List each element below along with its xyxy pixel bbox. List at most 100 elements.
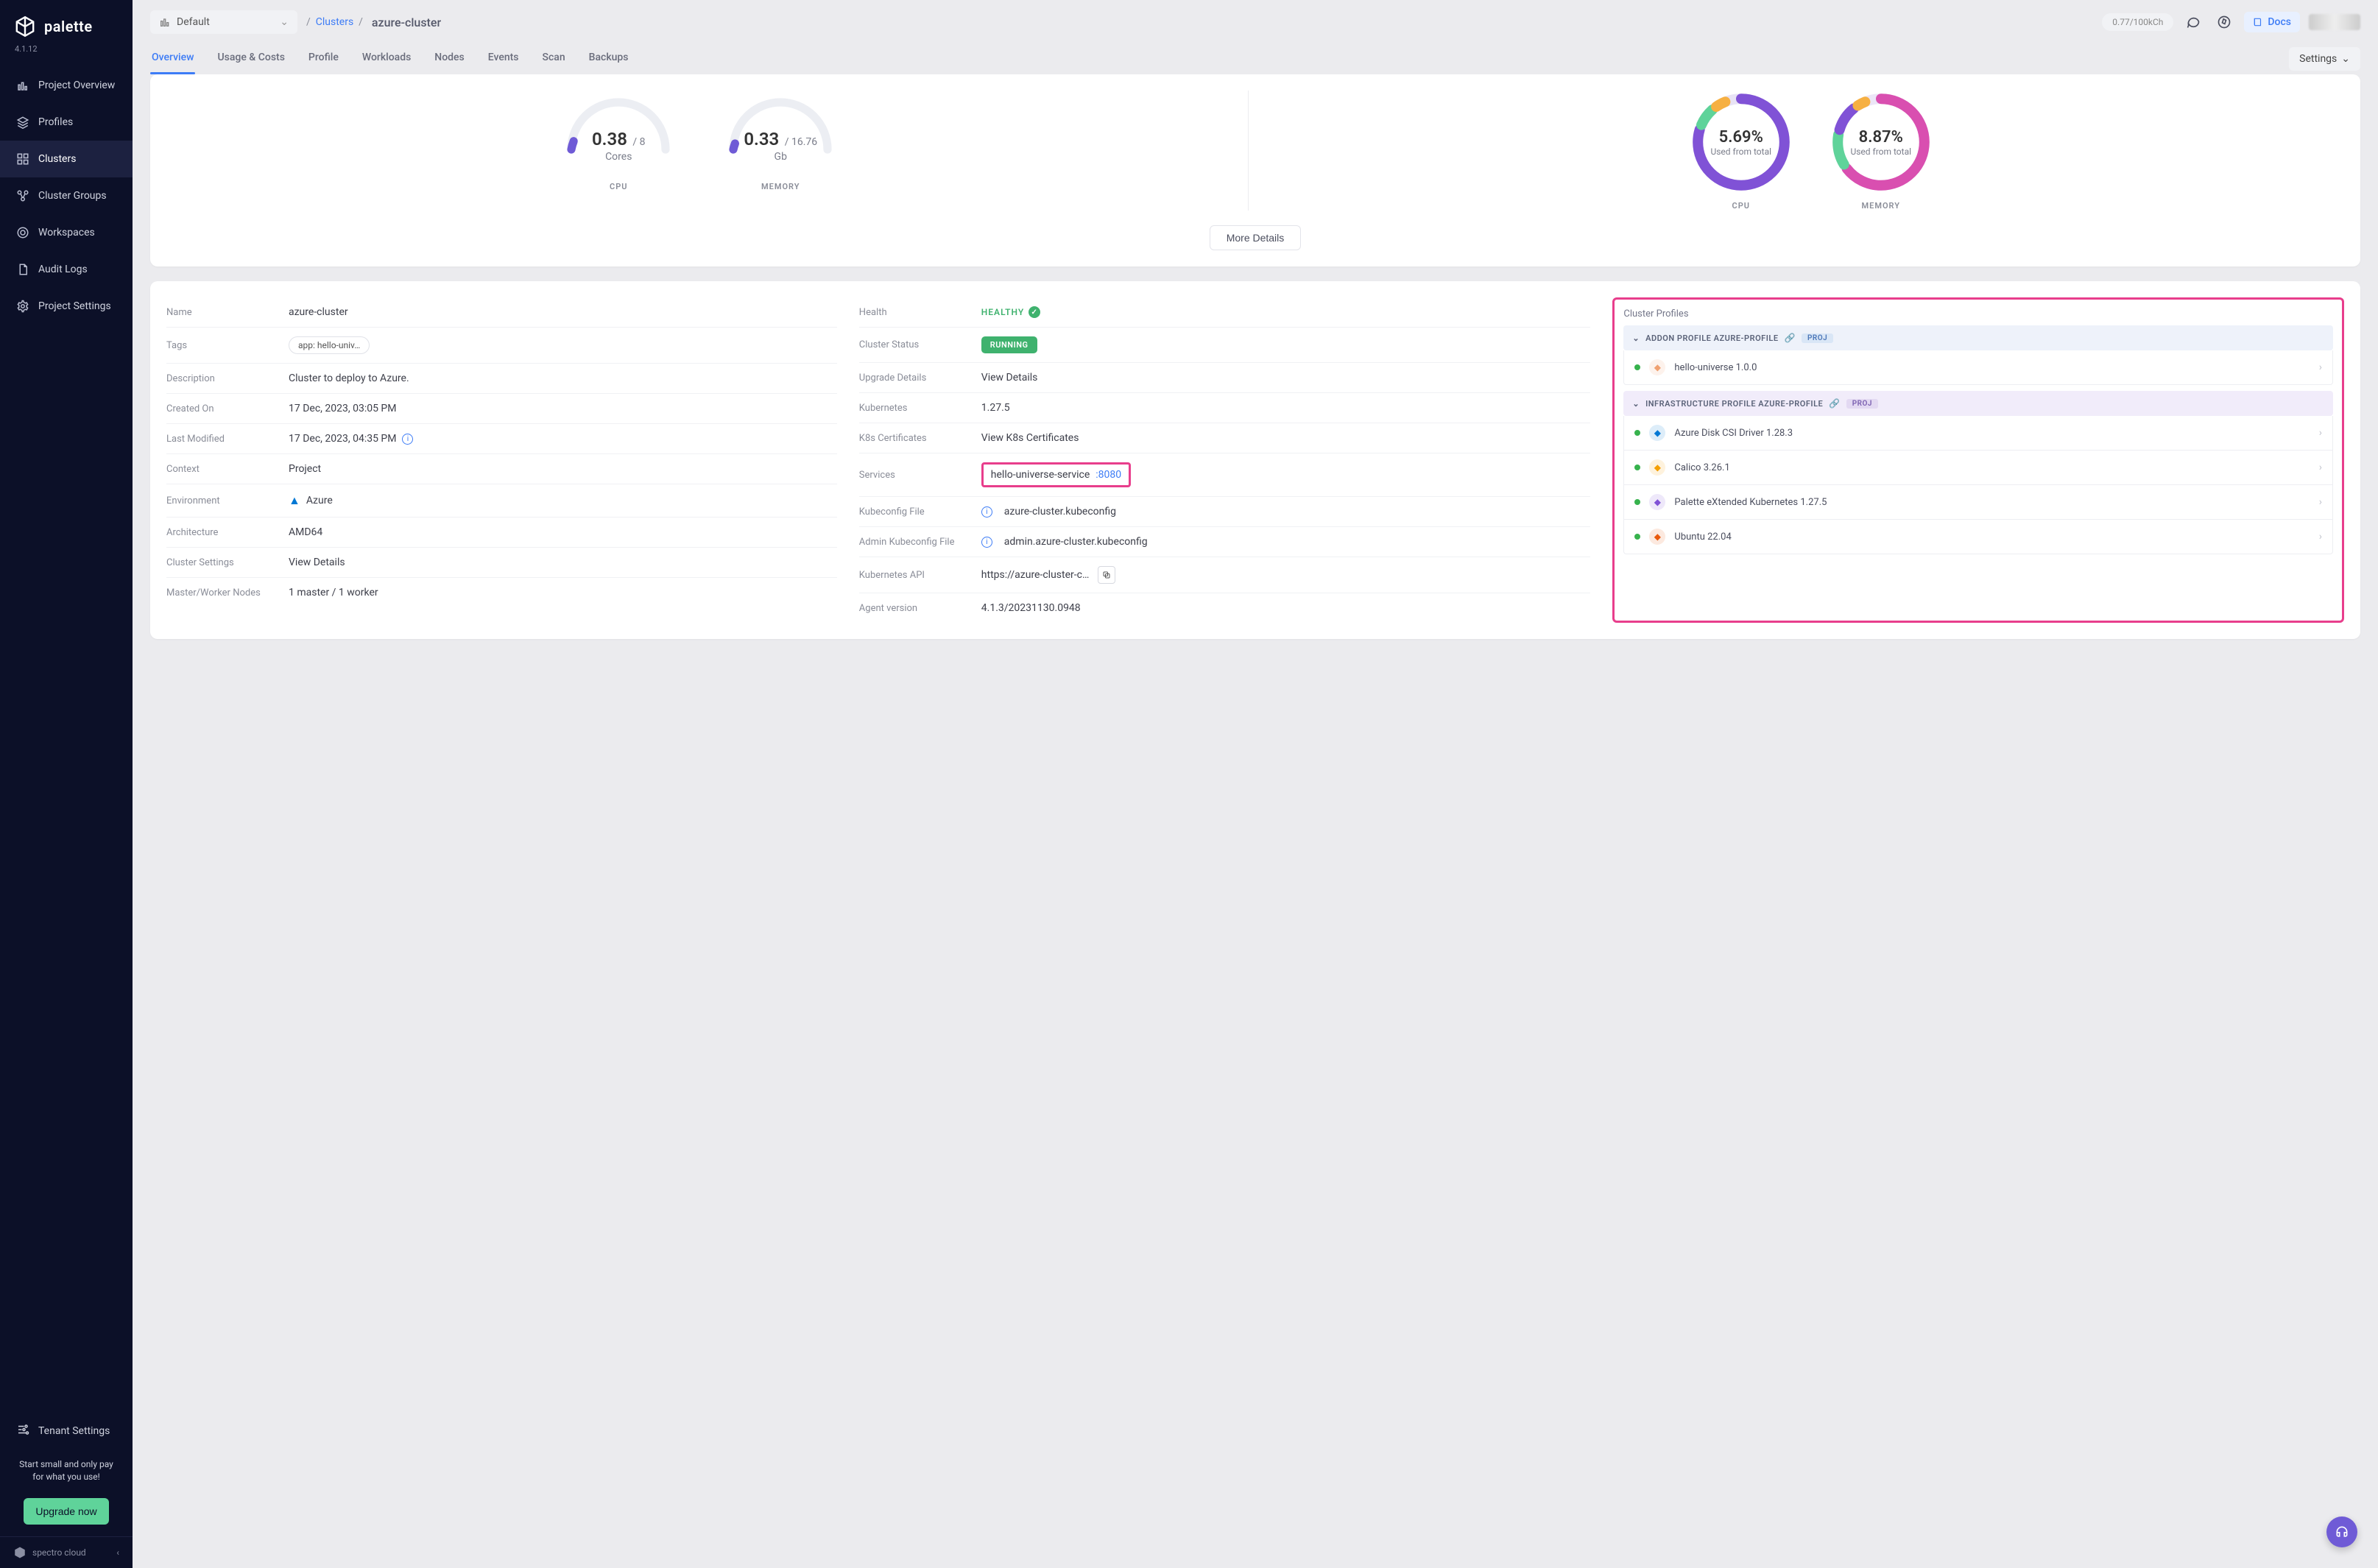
addon-profile-header[interactable]: ⌄ ADDON PROFILE AZURE-PROFILE 🔗 PROJ bbox=[1623, 325, 2333, 350]
pack-item[interactable]: ◆Palette eXtended Kubernetes 1.27.5› bbox=[1624, 484, 2332, 519]
chevron-right-icon: › bbox=[2319, 427, 2322, 439]
certs-link[interactable]: View K8s Certificates bbox=[981, 432, 1591, 444]
sidebar-item-label: Project Settings bbox=[38, 300, 111, 312]
tenant-settings[interactable]: Tenant Settings bbox=[0, 1411, 133, 1451]
cluster-name-value: azure-cluster bbox=[289, 306, 837, 318]
tab-usage-costs[interactable]: Usage & Costs bbox=[216, 44, 286, 74]
chevron-right-icon: › bbox=[2319, 361, 2322, 373]
book-icon bbox=[2253, 17, 2263, 27]
pack-item[interactable]: ◆Ubuntu 22.04› bbox=[1624, 519, 2332, 554]
tab-overview[interactable]: Overview bbox=[150, 44, 195, 74]
admin-kubeconfig-link[interactable]: admin.azure-cluster.kubeconfig bbox=[1004, 536, 1591, 548]
tab-events[interactable]: Events bbox=[487, 44, 521, 74]
headset-icon bbox=[2335, 1525, 2349, 1539]
sidebar-item-label: Clusters bbox=[38, 153, 76, 165]
scope-selector[interactable]: Default ⌄ bbox=[150, 10, 297, 34]
breadcrumb: / Clusters / bbox=[306, 16, 363, 28]
spectro-label: spectro cloud bbox=[32, 1547, 86, 1558]
pack-icon: ◆ bbox=[1649, 425, 1665, 441]
sidebar-item-audit-logs[interactable]: Audit Logs bbox=[0, 251, 133, 288]
infra-profile-header[interactable]: ⌄ INFRASTRUCTURE PROFILE AZURE-PROFILE 🔗… bbox=[1623, 391, 2333, 416]
user-menu[interactable] bbox=[2309, 14, 2360, 30]
kubernetes-value: 1.27.5 bbox=[981, 402, 1591, 414]
chevron-down-icon: ⌄ bbox=[2341, 53, 2350, 65]
settings-label: Settings bbox=[2299, 53, 2337, 65]
health-badge: HEALTHY✓ bbox=[981, 306, 1040, 318]
sidebar-item-cluster-groups[interactable]: Cluster Groups bbox=[0, 177, 133, 214]
docs-label: Docs bbox=[2268, 16, 2291, 28]
brand-logo[interactable]: palette bbox=[0, 12, 133, 41]
azure-icon: ▲ bbox=[289, 493, 300, 508]
breadcrumb-clusters[interactable]: Clusters bbox=[316, 16, 353, 28]
tab-workloads[interactable]: Workloads bbox=[361, 44, 412, 74]
cluster-tabs: Overview Usage & Costs Profile Workloads Nod… bbox=[133, 38, 2378, 74]
tab-scan[interactable]: Scan bbox=[541, 44, 567, 74]
status-dot-icon bbox=[1634, 430, 1640, 436]
pack-name: Palette eXtended Kubernetes 1.27.5 bbox=[1674, 497, 1827, 508]
cpu-used-label: Used from total bbox=[1710, 146, 1771, 157]
details-middle-column: HealthHEALTHY✓ Cluster StatusRUNNING Upg… bbox=[859, 297, 1591, 623]
info-icon[interactable]: i bbox=[402, 434, 413, 445]
environment-value: Azure bbox=[306, 495, 333, 506]
tab-profile[interactable]: Profile bbox=[307, 44, 340, 74]
service-port-link[interactable]: :8080 bbox=[1095, 469, 1121, 481]
settings-dropdown[interactable]: Settings ⌄ bbox=[2289, 47, 2360, 71]
link-icon: 🔗 bbox=[1829, 398, 1840, 409]
sidebar-nav: Project Overview Profiles Clusters Cluster … bbox=[0, 67, 133, 325]
sidebar-item-clusters[interactable]: Clusters bbox=[0, 141, 133, 177]
chevron-down-icon: ⌄ bbox=[280, 16, 289, 28]
sidebar-item-project-overview[interactable]: Project Overview bbox=[0, 67, 133, 104]
spectro-icon bbox=[13, 1546, 27, 1559]
status-dot-icon bbox=[1634, 364, 1640, 370]
header: Default ⌄ / Clusters / azure-cluster 0.7… bbox=[133, 0, 2378, 38]
pack-item[interactable]: ◆hello-universe 1.0.0› bbox=[1624, 350, 2332, 384]
nodes-value: 1 master / 1 worker bbox=[289, 587, 837, 598]
details-card: Nameazure-cluster Tagsapp: hello-univ… D… bbox=[150, 281, 2360, 639]
infra-header-label: INFRASTRUCTURE PROFILE AZURE-PROFILE bbox=[1645, 399, 1823, 409]
upgrade-button[interactable]: Upgrade now bbox=[24, 1498, 108, 1525]
docs-button[interactable]: Docs bbox=[2244, 12, 2300, 32]
chevron-left-icon: ‹ bbox=[116, 1547, 119, 1558]
api-value: https://azure-cluster-cf42… bbox=[981, 569, 1092, 581]
sidebar-item-label: Workspaces bbox=[38, 227, 95, 239]
sidebar-item-workspaces[interactable]: Workspaces bbox=[0, 214, 133, 251]
compass-icon[interactable] bbox=[2213, 11, 2235, 33]
sidebar-item-project-settings[interactable]: Project Settings bbox=[0, 288, 133, 325]
pack-icon: ◆ bbox=[1649, 529, 1665, 545]
cpu-used-pct: 5.69% bbox=[1719, 128, 1763, 146]
cluster-profiles-panel: Cluster Profiles ⌄ ADDON PROFILE AZURE-P… bbox=[1612, 297, 2344, 623]
metrics-card: 0.38 / 8 Cores CPU bbox=[150, 74, 2360, 266]
usage-pill: 0.77/100kCh bbox=[2102, 13, 2173, 31]
scope-chip: PROJ bbox=[1802, 333, 1833, 343]
workspace-icon bbox=[16, 226, 29, 239]
sidebar-item-label: Profiles bbox=[38, 116, 73, 128]
upgrade-details-link[interactable]: View Details bbox=[981, 372, 1591, 384]
tab-nodes[interactable]: Nodes bbox=[433, 44, 465, 74]
scope-chip: PROJ bbox=[1846, 399, 1878, 409]
spectro-footer[interactable]: spectro cloud ‹ bbox=[0, 1536, 133, 1568]
info-icon[interactable]: i bbox=[981, 537, 992, 548]
memory-gauge: 0.33 / 16.76 Gb MEMORY bbox=[721, 91, 839, 191]
help-fab[interactable] bbox=[2326, 1516, 2357, 1547]
pack-item[interactable]: ◆Calico 3.26.1› bbox=[1624, 450, 2332, 484]
more-details-button[interactable]: More Details bbox=[1210, 225, 1302, 250]
grid-icon bbox=[16, 152, 29, 166]
kubeconfig-link[interactable]: azure-cluster.kubeconfig bbox=[1004, 506, 1591, 518]
pack-icon: ◆ bbox=[1649, 459, 1665, 476]
chat-icon[interactable] bbox=[2182, 11, 2204, 33]
palette-logo-icon bbox=[13, 15, 37, 38]
details-left-column: Nameazure-cluster Tagsapp: hello-univ… D… bbox=[166, 297, 837, 623]
copy-button[interactable] bbox=[1098, 566, 1115, 584]
info-icon[interactable]: i bbox=[981, 506, 992, 518]
tab-backups[interactable]: Backups bbox=[588, 44, 630, 74]
bars-icon bbox=[16, 79, 29, 92]
chevron-down-icon: ⌄ bbox=[1632, 399, 1640, 409]
memory-donut: 8.87% Used from total MEMORY bbox=[1830, 91, 1933, 211]
doc-icon bbox=[16, 263, 29, 276]
tag-chip[interactable]: app: hello-univ… bbox=[289, 336, 370, 354]
cluster-settings-link[interactable]: View Details bbox=[289, 557, 837, 568]
status-badge: RUNNING bbox=[981, 336, 1037, 353]
sidebar-item-profiles[interactable]: Profiles bbox=[0, 104, 133, 141]
pack-item[interactable]: ◆Azure Disk CSI Driver 1.28.3› bbox=[1624, 416, 2332, 450]
service-name: hello-universe-service bbox=[991, 469, 1090, 481]
